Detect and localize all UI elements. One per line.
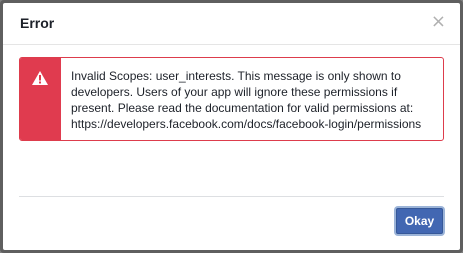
warning-triangle-icon	[32, 71, 48, 85]
alert-icon-column	[20, 58, 61, 140]
close-icon[interactable]: ×	[431, 13, 446, 31]
error-alert: Invalid Scopes: user_interests. This mes…	[19, 57, 444, 141]
alert-message: Invalid Scopes: user_interests. This mes…	[71, 69, 422, 131]
dialog-panel: Error × Invalid Scopes: user_interests. …	[3, 3, 460, 250]
dialog-header: Error ×	[3, 3, 460, 45]
dialog-title: Error	[20, 15, 55, 31]
footer-divider	[19, 196, 444, 197]
okay-button[interactable]: Okay	[396, 208, 443, 234]
error-dialog: Error × Invalid Scopes: user_interests. …	[0, 0, 463, 253]
